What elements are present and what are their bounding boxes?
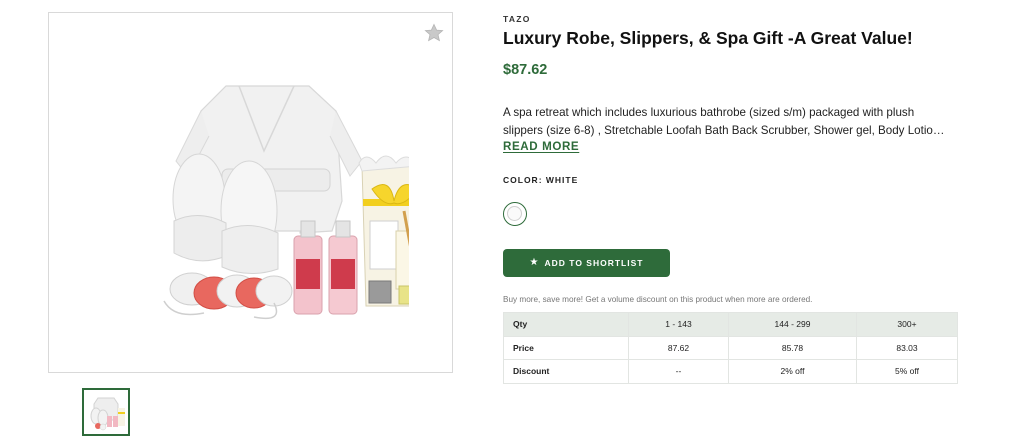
product-title: Luxury Robe, Slippers, & Spa Gift -A Gre… <box>503 28 913 48</box>
header-qty: Qty <box>503 312 629 337</box>
table-row: Discount -- 2% off 5% off <box>503 359 958 384</box>
add-to-shortlist-button[interactable]: ★ ADD TO SHORTLIST <box>503 249 670 277</box>
description-line: A spa retreat which includes luxurious b… <box>503 106 915 119</box>
description-line: slippers (size 6-8) , Stretchable Loofah… <box>503 124 945 137</box>
discount-tier-1: -- <box>628 359 729 384</box>
shortlist-button-label: ADD TO SHORTLIST <box>544 258 644 268</box>
row-label-price: Price <box>503 335 629 360</box>
row-label-discount: Discount <box>503 359 629 384</box>
color-swatch-white[interactable] <box>503 202 527 226</box>
favorite-star-icon[interactable] <box>424 23 444 43</box>
thumbnail-image[interactable] <box>82 388 130 436</box>
price-tier-3: 83.03 <box>856 335 958 360</box>
brand-name: TAZO <box>503 14 531 24</box>
price-tier-2: 85.78 <box>728 335 857 360</box>
product-price: $87.62 <box>503 62 548 78</box>
discount-tier-3: 5% off <box>856 359 958 384</box>
header-tier-3: 300+ <box>856 312 958 337</box>
volume-discount-note: Buy more, save more! Get a volume discou… <box>503 295 813 304</box>
table-row: Price 87.62 85.78 83.03 <box>503 335 958 360</box>
read-more-link[interactable]: READ MORE <box>503 140 579 153</box>
product-image <box>163 85 409 320</box>
star-icon: ★ <box>529 257 539 268</box>
color-label: COLOR: WHITE <box>503 175 579 185</box>
header-tier-2: 144 - 299 <box>728 312 857 337</box>
volume-pricing-table: Qty 1 - 143 144 - 299 300+ Price 87.62 8… <box>503 312 958 384</box>
discount-tier-2: 2% off <box>728 359 857 384</box>
main-product-image-frame <box>48 12 453 373</box>
swatch-fill <box>507 206 522 221</box>
product-description: A spa retreat which includes luxurious b… <box>503 104 963 140</box>
header-tier-1: 1 - 143 <box>628 312 729 337</box>
price-tier-1: 87.62 <box>628 335 729 360</box>
table-header-row: Qty 1 - 143 144 - 299 300+ <box>503 312 958 337</box>
